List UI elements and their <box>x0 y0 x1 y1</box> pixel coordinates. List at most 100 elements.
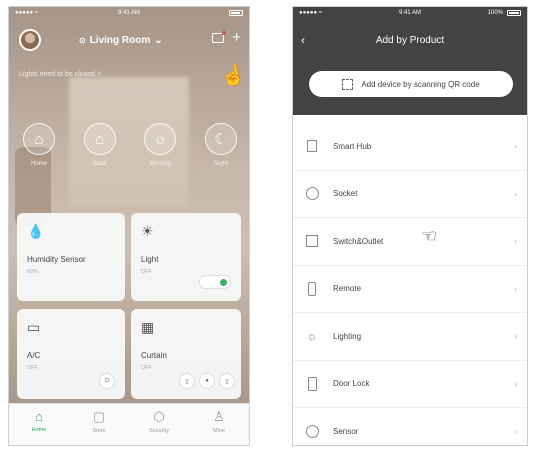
tab-store[interactable]: ▢ Store <box>74 404 124 445</box>
pointing-hand-icon: ☝ <box>219 62 248 89</box>
chevron-down-icon: ⌄ <box>154 34 163 46</box>
device-status: OFF <box>141 365 152 371</box>
battery-icon <box>507 10 521 16</box>
product-label: Switch&Outlet <box>333 236 384 246</box>
add-icon[interactable]: + <box>232 30 241 45</box>
door-lock-icon <box>305 376 319 391</box>
sensor-icon <box>305 424 319 438</box>
message-icon[interactable] <box>212 31 227 43</box>
power-icon[interactable]: ⏻ <box>99 373 115 389</box>
user-tab-icon: ♙ <box>213 409 225 424</box>
scene-label: Back <box>92 161 107 167</box>
device-card-ac[interactable]: ▭ A/C OFF ⏻ <box>17 309 125 399</box>
curtain-pause-icon[interactable]: ● <box>199 373 215 389</box>
status-bar: ●●●●● ≈ 9:41 AM <box>9 7 249 21</box>
remote-icon <box>305 281 319 296</box>
scene-back[interactable]: ⌂ Back <box>76 123 124 167</box>
scene-label: Night <box>213 161 228 167</box>
header-actions: + <box>212 30 241 45</box>
chevron-right-icon: › <box>514 236 517 247</box>
header: ●●●●● ≈ 9:41 AM 100% ‹ Add by Product Ad… <box>293 7 527 115</box>
scene-bar: ⌂ Home ⌂ Back ☼ Morning ☾ Night <box>15 123 245 167</box>
scene-label: Morning <box>149 161 172 167</box>
scan-button-label: Add device by scanning QR code <box>361 79 480 89</box>
light-bulb-icon: ☀ <box>141 223 154 239</box>
list-item-lighting[interactable]: ☼ Lighting › <box>293 313 527 361</box>
device-status: OFF <box>141 269 152 275</box>
avatar[interactable] <box>19 29 41 51</box>
chevron-right-icon: › <box>514 141 517 152</box>
morning-icon: ☼ <box>144 123 177 155</box>
curtain-open-icon[interactable]: ▯ <box>179 373 195 389</box>
product-label: Sensor <box>333 426 359 436</box>
home-screen: ●●●●● ≈ 9:41 AM ⊙ Living Room ⌄ + ☝ Ligh… <box>8 6 250 446</box>
product-label: Remote <box>333 284 362 294</box>
device-status: 60% <box>27 269 39 275</box>
device-card-light[interactable]: ☀ Light OFF <box>131 213 241 301</box>
store-tab-icon: ▢ <box>92 409 106 424</box>
status-time: 9:41 AM <box>398 10 422 16</box>
notice-text[interactable]: Lights need to be closed > <box>19 71 101 78</box>
list-item-smart-hub[interactable]: Smart Hub › <box>293 123 527 171</box>
tab-label: Security <box>149 428 169 434</box>
tab-label: Store <box>92 428 106 434</box>
hub-icon <box>305 139 319 153</box>
carrier-signal: ●●●●● ≈ <box>15 10 39 16</box>
chevron-right-icon: › <box>514 426 517 437</box>
home-icon: ⌂ <box>23 123 55 155</box>
room-name: Living Room <box>89 34 151 46</box>
device-card-curtain[interactable]: ▦ Curtain OFF ▯ ● ▯ <box>131 309 241 399</box>
lighting-icon: ☼ <box>306 329 318 344</box>
device-card-humidity[interactable]: 💧 Humidity Sensor 60% <box>17 213 125 301</box>
scene-home[interactable]: ⌂ Home <box>15 123 63 167</box>
tab-security[interactable]: ⬡ Security <box>134 404 184 445</box>
battery-icon <box>229 10 243 16</box>
tab-mine[interactable]: ♙ Mine <box>194 404 244 445</box>
device-name: Humidity Sensor <box>27 255 86 264</box>
pointing-hand-icon: ☜ <box>421 226 438 246</box>
scene-night[interactable]: ☾ Night <box>197 123 245 167</box>
chevron-right-icon: › <box>514 283 517 294</box>
list-item-sensor[interactable]: Sensor › <box>293 408 527 445</box>
night-icon: ☾ <box>204 123 237 155</box>
product-label: Lighting <box>333 331 362 341</box>
security-tab-icon: ⬡ <box>153 409 165 424</box>
scan-qr-button[interactable]: Add device by scanning QR code <box>309 71 513 97</box>
light-toggle[interactable] <box>199 275 231 289</box>
carrier-signal: ●●●●● ≈ <box>299 10 323 16</box>
tab-label: Mine <box>213 428 225 434</box>
list-item-socket[interactable]: Socket › <box>293 171 527 218</box>
chevron-right-icon: › <box>514 331 517 342</box>
device-name: Light <box>141 255 159 264</box>
list-item-remote[interactable]: Remote › <box>293 266 527 313</box>
status-bar: ●●●●● ≈ 9:41 AM 100% <box>293 7 527 21</box>
air-conditioner-icon: ▭ <box>27 319 41 335</box>
product-label: Smart Hub <box>333 141 372 151</box>
product-label: Door Lock <box>333 379 370 389</box>
socket-icon <box>305 187 319 201</box>
curtain-close-icon[interactable]: ▯ <box>219 373 235 389</box>
tab-home[interactable]: ⌂ Home <box>14 404 64 445</box>
location-icon: ⊙ <box>79 35 86 45</box>
add-by-product-screen: ●●●●● ≈ 9:41 AM 100% ‹ Add by Product Ad… <box>292 6 528 446</box>
device-status: OFF <box>27 365 38 371</box>
device-name: Curtain <box>141 351 167 360</box>
bottom-tab-bar: ⌂ Home ▢ Store ⬡ Security ♙ Mine <box>9 403 249 445</box>
battery-percent: 100% <box>487 10 503 16</box>
chevron-right-icon: › <box>514 188 517 199</box>
product-list: Smart Hub › Socket › Switch&Outlet ☜ › R… <box>293 123 527 445</box>
tab-label: Home <box>31 427 47 433</box>
water-drop-icon: 💧 <box>27 223 45 239</box>
home-tab-icon: ⌂ <box>35 409 43 424</box>
chevron-right-icon: › <box>514 378 517 389</box>
back-home-icon: ⌂ <box>83 123 116 155</box>
room-selector[interactable]: ⊙ Living Room ⌄ <box>79 31 163 49</box>
scene-morning[interactable]: ☼ Morning <box>136 123 184 167</box>
switch-icon <box>305 234 319 248</box>
product-label: Socket <box>333 189 358 199</box>
curtain-controls: ▯ ● ▯ <box>179 373 235 389</box>
status-time: 9:41 AM <box>117 10 141 16</box>
curtain-icon: ▦ <box>141 319 155 335</box>
list-item-switch-outlet[interactable]: Switch&Outlet ☜ › <box>293 218 527 266</box>
list-item-door-lock[interactable]: Door Lock › <box>293 361 527 408</box>
